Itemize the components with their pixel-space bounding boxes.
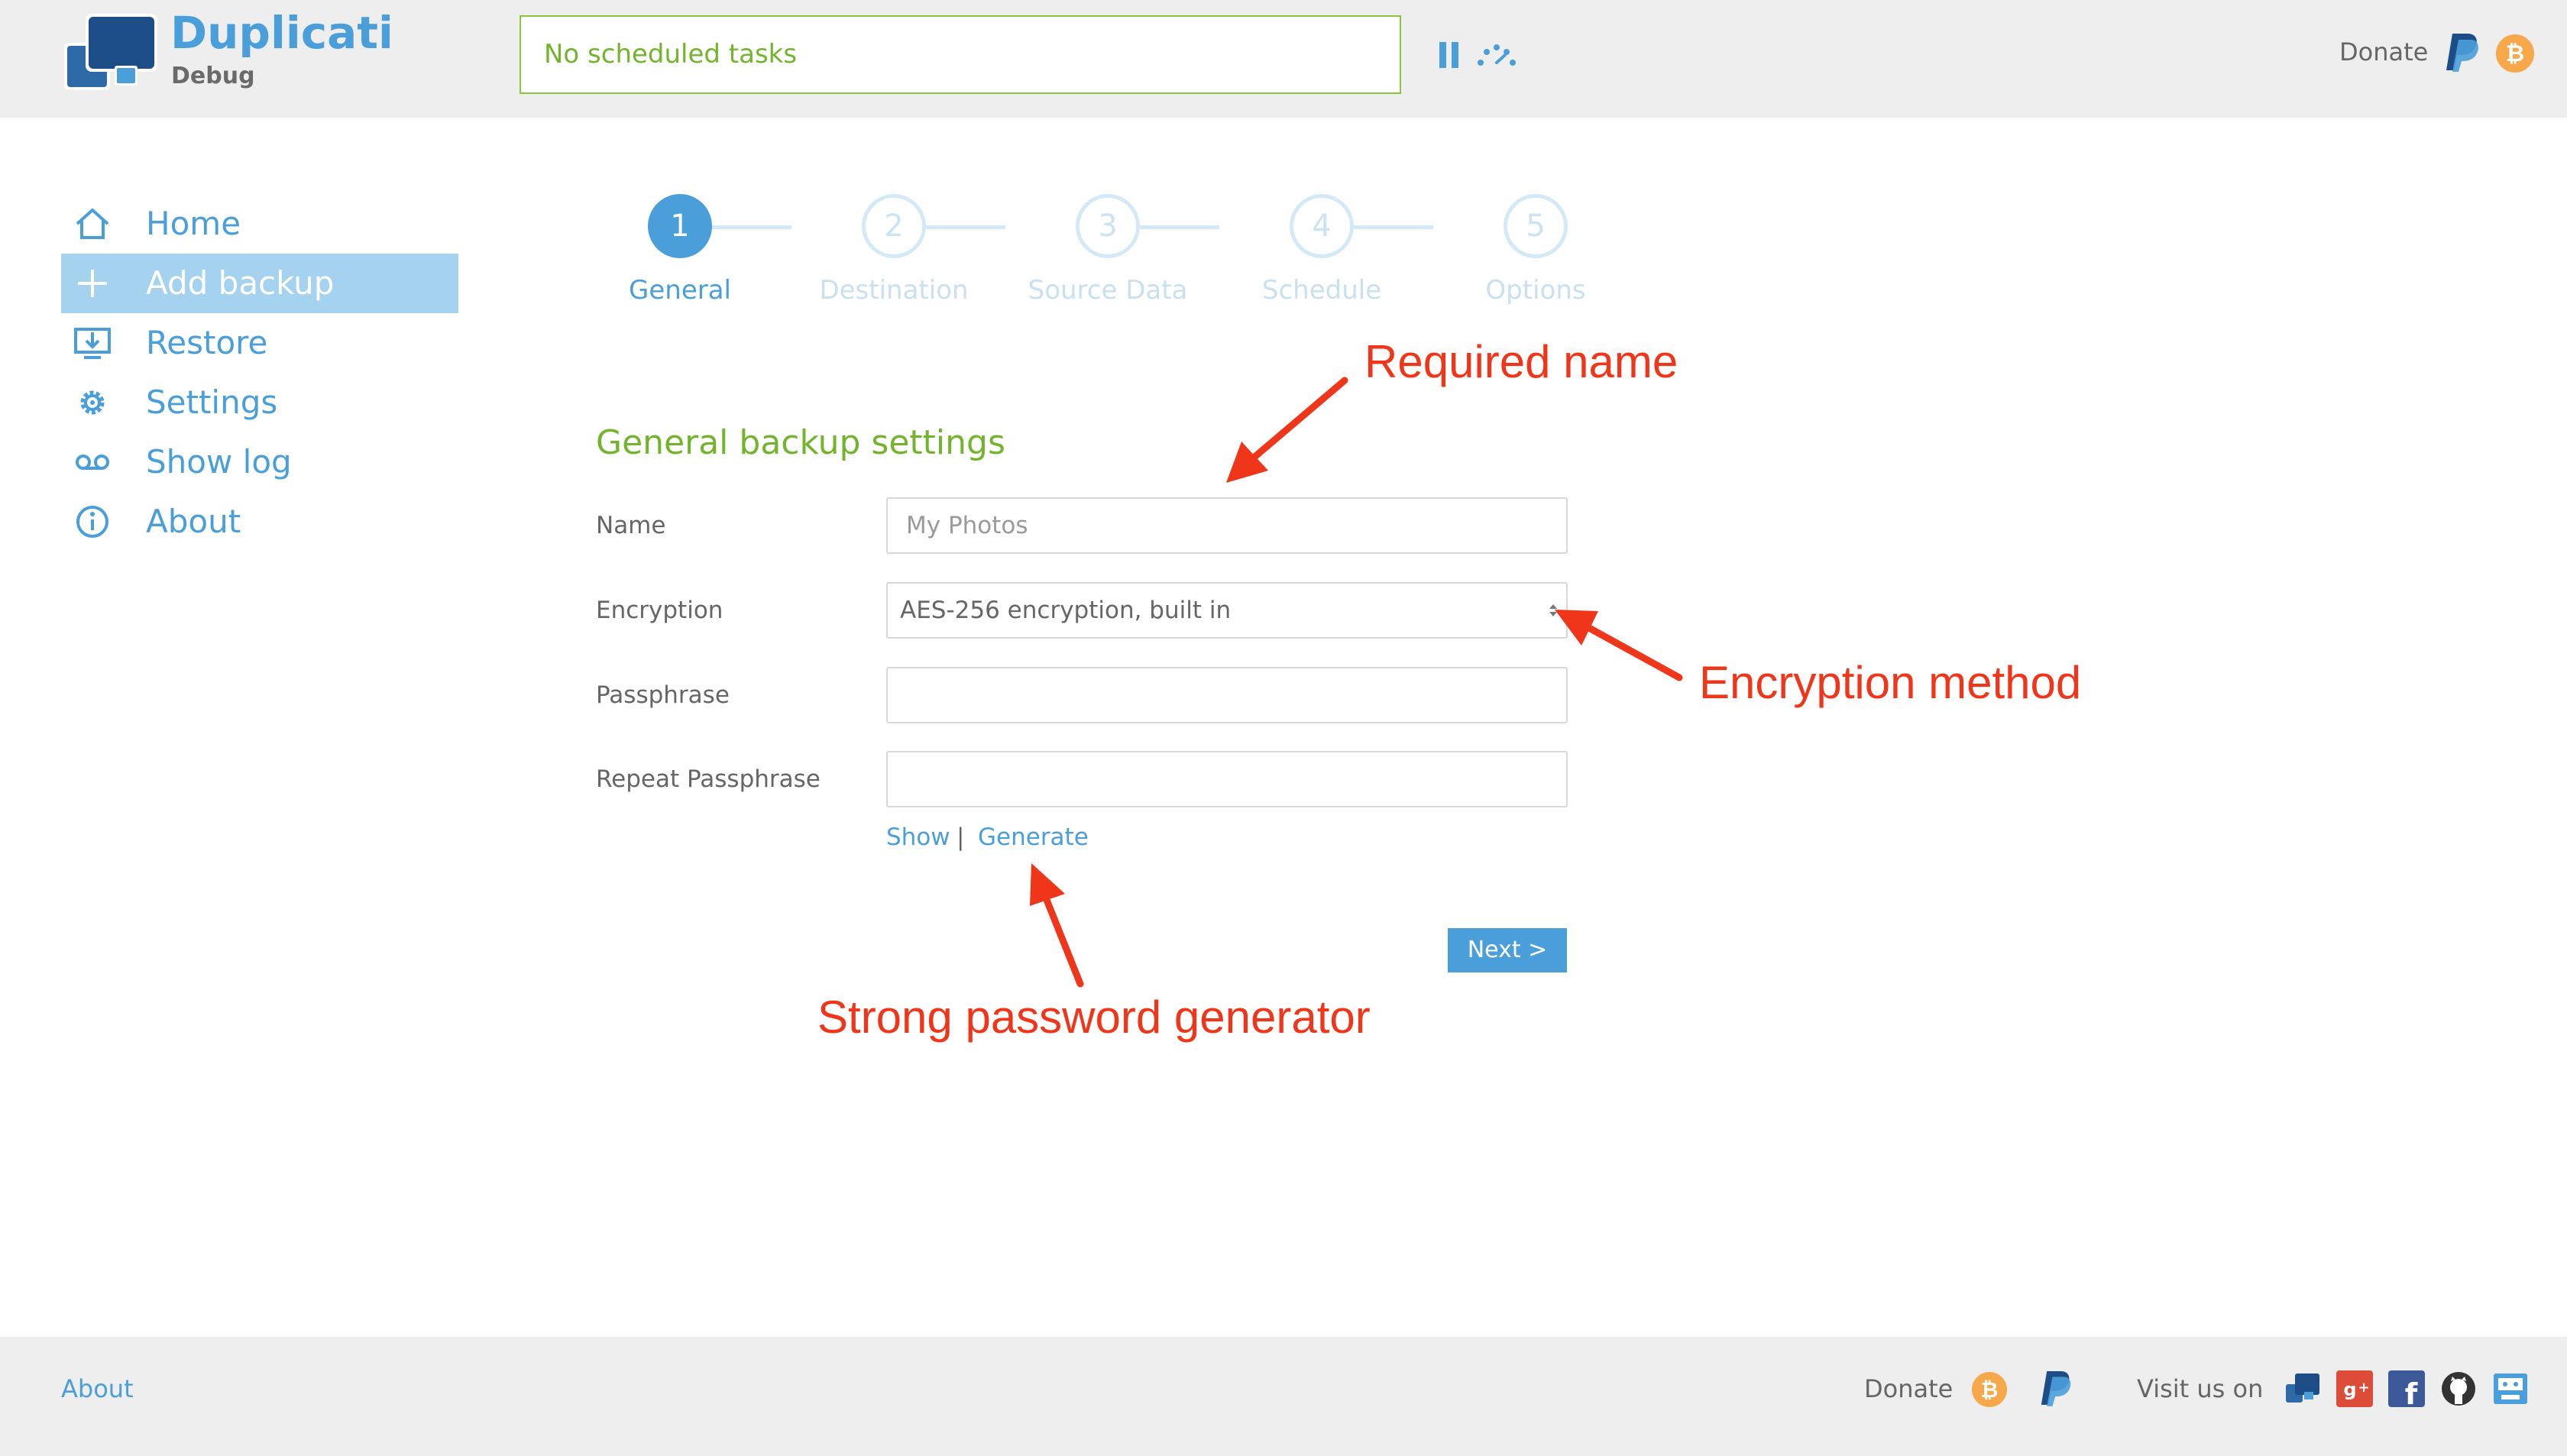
step-connector <box>712 225 791 229</box>
svg-text:₿: ₿ <box>1981 1377 1999 1403</box>
throttle-icon[interactable] <box>1474 40 1519 70</box>
passphrase-input[interactable] <box>886 667 1568 723</box>
sidebar-item-home[interactable]: Home <box>61 194 458 254</box>
name-label: Name <box>596 512 666 539</box>
top-bar: Duplicati Debug No scheduled tasks Donat… <box>0 0 2567 118</box>
select-arrows-icon <box>1549 604 1557 616</box>
gear-icon <box>80 390 105 415</box>
annotation-password-generator: Strong password generator <box>817 992 1371 1043</box>
info-icon <box>76 506 108 538</box>
svg-text:+: + <box>2358 1380 2369 1396</box>
annotation-encryption-method: Encryption method <box>1699 657 2082 708</box>
duplicati-icon[interactable] <box>2284 1370 2321 1407</box>
bitcoin-icon[interactable]: ₿ <box>1971 1371 2008 1408</box>
passphrase-label: Passphrase <box>596 681 730 709</box>
app-subtitle: Debug <box>171 63 255 89</box>
facebook-icon[interactable]: f <box>2388 1370 2425 1407</box>
encryption-label: Encryption <box>596 597 723 624</box>
paypal-icon[interactable] <box>2445 31 2481 73</box>
encryption-selected-value: AES-256 encryption, built in <box>900 597 1232 624</box>
arrow-head <box>1030 863 1065 906</box>
sidebar-item-label: Settings <box>146 383 278 421</box>
plus-icon <box>78 270 107 297</box>
google-plus-icon[interactable]: g + <box>2336 1370 2373 1407</box>
step-number: 3 <box>1076 194 1140 258</box>
step-number: 2 <box>862 194 926 258</box>
arrow-to-encryption <box>1585 624 1683 681</box>
visit-us-label: Visit us on <box>2137 1374 2264 1403</box>
generate-passphrase-link[interactable]: Generate <box>978 822 1089 853</box>
step-connector <box>1140 225 1219 229</box>
step-label: Options <box>1485 275 1586 306</box>
step-label: General <box>629 275 731 306</box>
link-separator: | <box>957 823 965 851</box>
sidebar-item-label: Show log <box>146 443 292 480</box>
svg-text:f: f <box>2405 1377 2418 1407</box>
step-label: Source Data <box>1028 275 1188 306</box>
sidebar-item-label: Add backup <box>146 264 335 302</box>
annotation-required-name: Required name <box>1364 336 1678 387</box>
name-input[interactable] <box>886 497 1568 554</box>
log-icon <box>76 455 109 470</box>
home-icon <box>76 209 109 239</box>
sidebar-item-add-backup[interactable]: Add backup <box>61 254 458 313</box>
pause-icon[interactable] <box>1439 42 1461 68</box>
svg-text:g: g <box>2343 1379 2356 1400</box>
repeat-passphrase-label: Repeat Passphrase <box>596 765 821 793</box>
issue-tracker-icon[interactable] <box>2492 1370 2529 1407</box>
sidebar-item-about[interactable]: About <box>61 492 458 552</box>
sidebar-nav: Home Add backup Restore Settings Show lo… <box>61 194 458 552</box>
show-passphrase-link[interactable]: Show <box>886 822 950 853</box>
bitcoin-icon[interactable]: ₿ <box>2495 34 2535 73</box>
step-number: 1 <box>648 194 712 258</box>
svg-text:₿: ₿ <box>2506 40 2524 67</box>
sidebar-item-label: About <box>146 503 241 540</box>
step-label: Schedule <box>1261 275 1382 306</box>
step-connector <box>1354 225 1433 229</box>
footer-donate-label: Donate <box>1864 1374 1954 1403</box>
sidebar-item-settings[interactable]: Settings <box>61 373 458 432</box>
step-label: Destination <box>819 275 969 306</box>
sidebar-item-show-log[interactable]: Show log <box>61 432 458 492</box>
paypal-icon[interactable] <box>2040 1367 2073 1409</box>
arrow-head <box>1226 442 1268 483</box>
next-button[interactable]: Next > <box>1448 928 1567 972</box>
app-name: Duplicati <box>170 7 393 59</box>
github-icon[interactable] <box>2440 1370 2477 1407</box>
arrow-to-name <box>1249 377 1348 462</box>
step-number: 5 <box>1504 194 1568 258</box>
repeat-passphrase-input[interactable] <box>886 751 1568 807</box>
sidebar-item-label: Home <box>146 205 241 242</box>
restore-icon <box>74 328 111 359</box>
encryption-select[interactable]: AES-256 encryption, built in <box>886 582 1568 639</box>
status-indicator: No scheduled tasks <box>520 15 1401 94</box>
footer-about-link[interactable]: About <box>61 1373 134 1404</box>
wizard-steps: 1 General 2 Destination 3 Source Data 4 … <box>581 188 1586 318</box>
sidebar-item-restore[interactable]: Restore <box>61 313 458 373</box>
step-number: 4 <box>1290 194 1354 258</box>
section-title: General backup settings <box>596 423 1005 462</box>
arrow-to-generate <box>1043 896 1084 988</box>
sidebar-item-label: Restore <box>146 324 268 361</box>
duplicati-logo-icon[interactable] <box>61 12 160 96</box>
step-connector <box>926 225 1005 229</box>
donate-label: Donate <box>2339 37 2429 66</box>
